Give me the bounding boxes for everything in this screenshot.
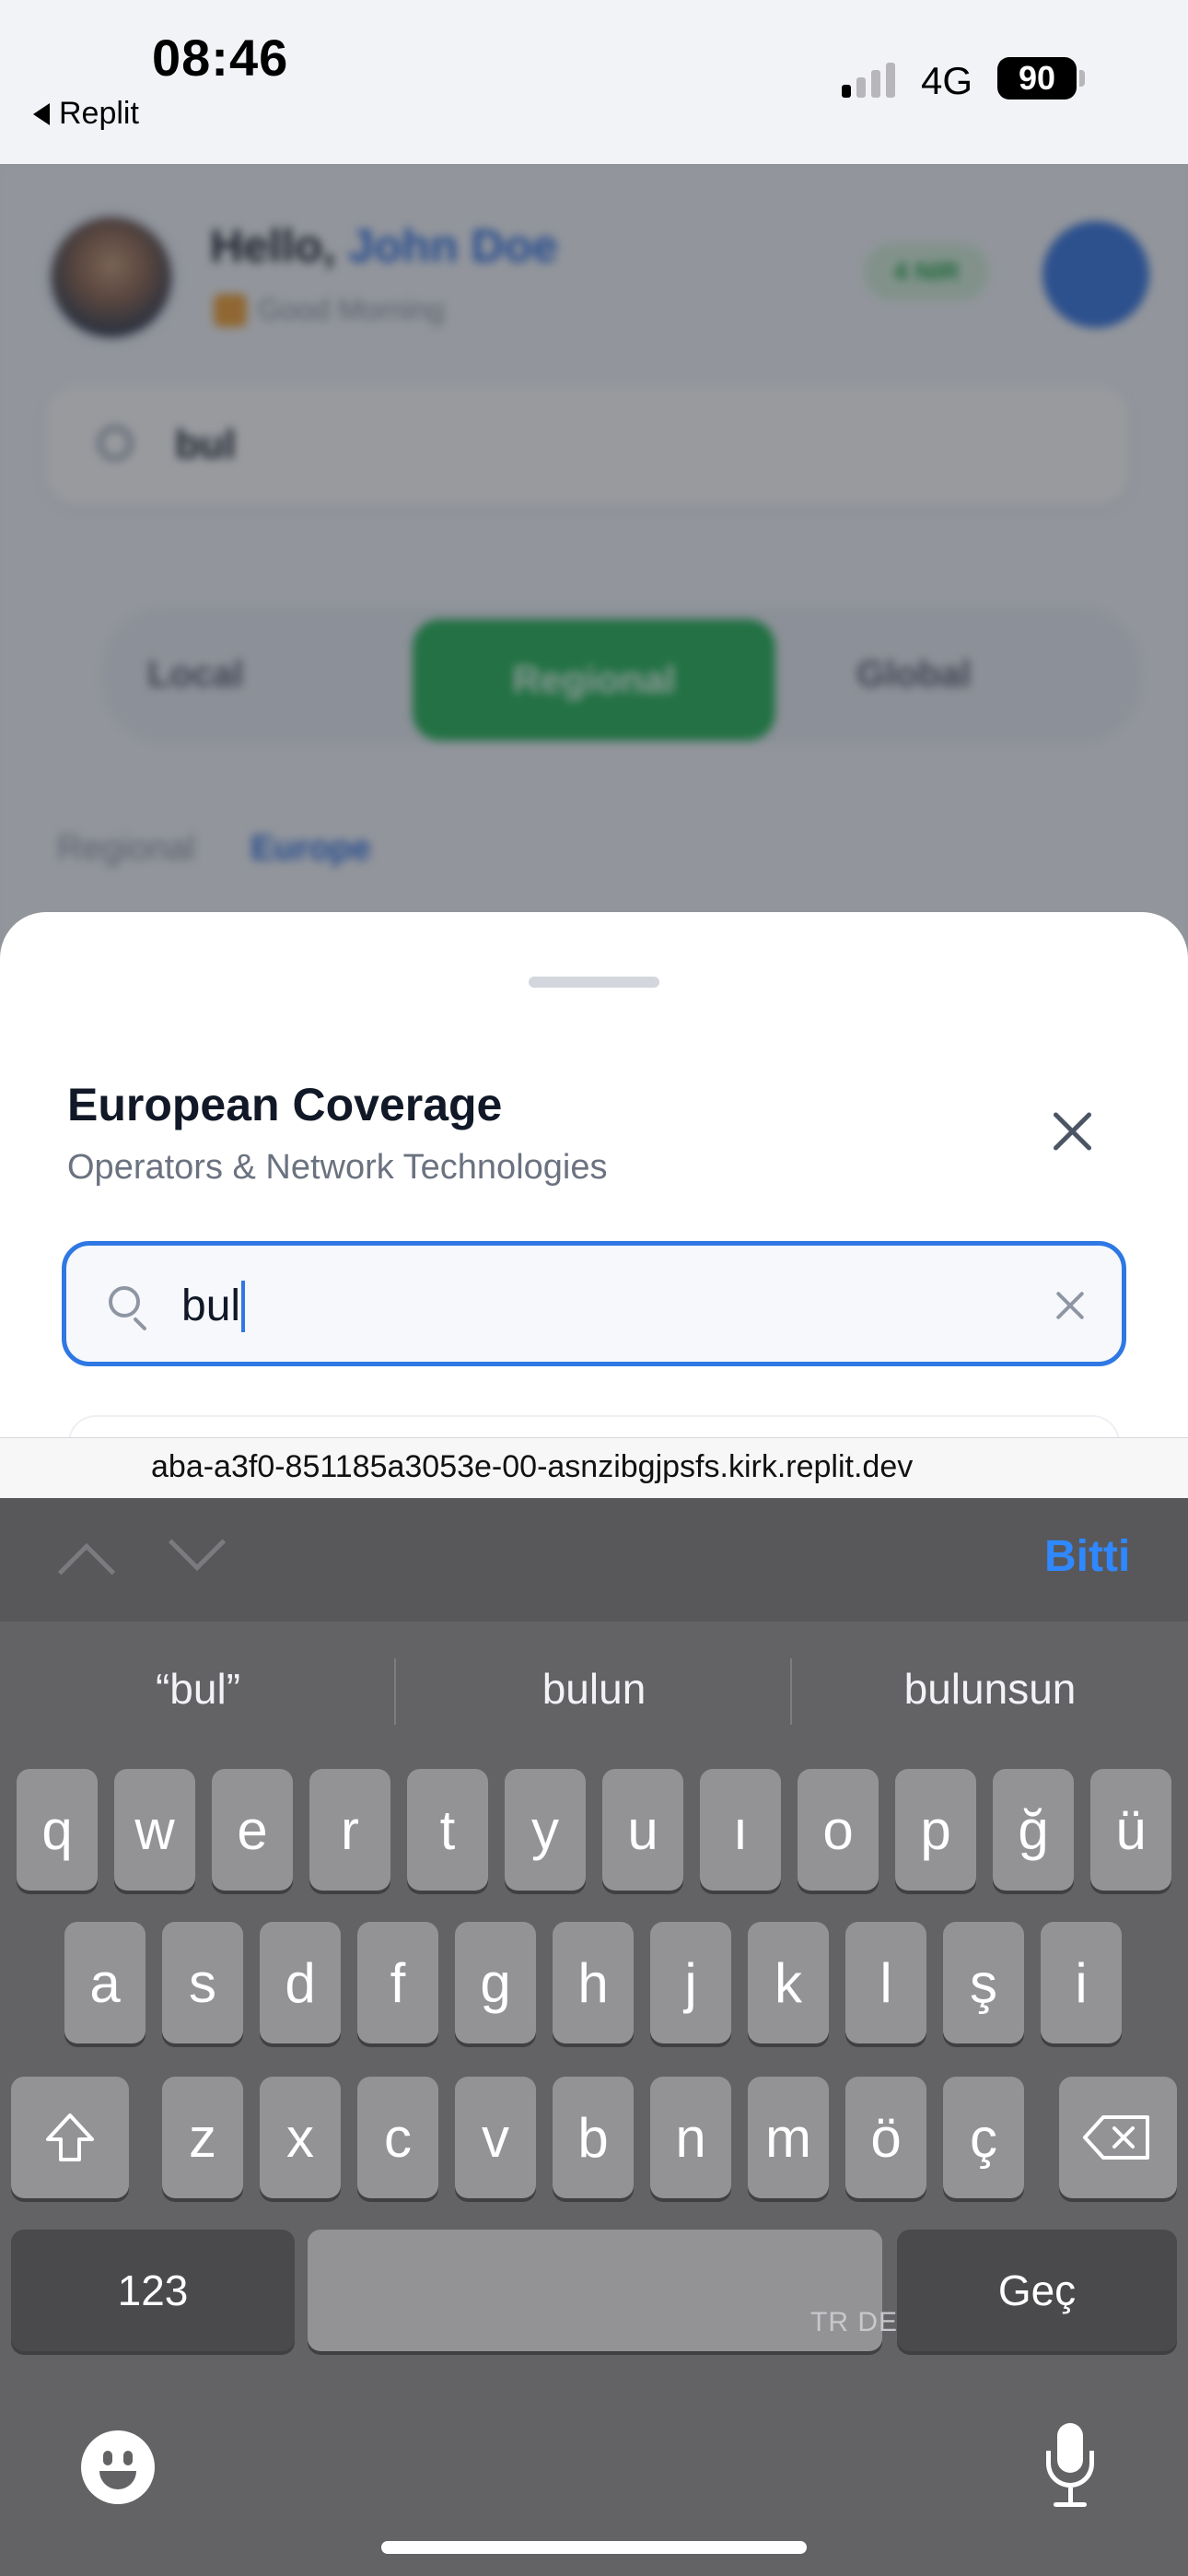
numbers-key[interactable]: 123 (11, 2230, 295, 2351)
key-x[interactable]: x (260, 2077, 341, 2198)
key-ı[interactable]: ı (700, 1769, 781, 1891)
key-e[interactable]: e (212, 1769, 293, 1891)
key-k[interactable]: k (748, 1922, 829, 2043)
battery-level: 90 (1018, 59, 1056, 97)
microphone-icon[interactable] (1042, 2423, 1098, 2512)
delete-key[interactable] (1059, 2077, 1177, 2198)
modal-backdrop[interactable] (0, 164, 1188, 993)
key-t[interactable]: t (407, 1769, 488, 1891)
close-icon[interactable] (1046, 1106, 1100, 1159)
next-field-icon[interactable] (168, 1513, 227, 1572)
key-g[interactable]: g (455, 1922, 536, 2043)
key-ş[interactable]: ş (943, 1922, 1024, 2043)
key-ü[interactable]: ü (1090, 1769, 1171, 1891)
suggestion-3[interactable]: bulunsun (792, 1622, 1188, 1756)
back-arrow-icon (33, 102, 50, 125)
back-to-app-button[interactable]: Replit (33, 96, 139, 132)
previous-field-icon[interactable] (57, 1542, 116, 1601)
key-ö[interactable]: ö (845, 2077, 926, 2198)
key-ğ[interactable]: ğ (993, 1769, 1074, 1891)
suggestion-2[interactable]: bulun (396, 1622, 792, 1756)
suggestion-bar: “bul” bulun bulunsun (0, 1622, 1188, 1756)
shift-key[interactable] (11, 2077, 129, 2198)
key-y[interactable]: y (505, 1769, 586, 1891)
key-b[interactable]: b (553, 2077, 634, 2198)
key-i[interactable]: i (1041, 1922, 1122, 2043)
key-h[interactable]: h (553, 1922, 634, 2043)
key-a[interactable]: a (64, 1922, 146, 2043)
done-button[interactable]: Bitti (1044, 1531, 1130, 1582)
clear-search-icon[interactable] (1052, 1287, 1089, 1324)
operator-search-input[interactable] (181, 1273, 973, 1338)
battery-icon: 90 (997, 57, 1077, 100)
emoji-icon[interactable] (81, 2430, 155, 2504)
key-j[interactable]: j (650, 1922, 731, 2043)
key-u[interactable]: u (602, 1769, 683, 1891)
key-l[interactable]: l (845, 1922, 926, 2043)
space-key[interactable] (308, 2230, 882, 2351)
key-ç[interactable]: ç (943, 2077, 1024, 2198)
battery-tip (1079, 70, 1085, 87)
key-m[interactable]: m (748, 2077, 829, 2198)
home-indicator[interactable] (381, 2541, 807, 2554)
sheet-drag-handle[interactable] (529, 977, 659, 988)
keyboard-accessory-bar: Bitti (0, 1498, 1188, 1622)
key-s[interactable]: s (162, 1922, 243, 2043)
key-n[interactable]: n (650, 2077, 731, 2198)
text-cursor (241, 1281, 245, 1332)
key-f[interactable]: f (357, 1922, 438, 2043)
sheet-title: European Coverage (67, 1079, 503, 1130)
key-r[interactable]: r (309, 1769, 390, 1891)
key-o[interactable]: o (798, 1769, 879, 1891)
status-time: 08:46 (152, 29, 289, 87)
backspace-icon (1083, 2115, 1149, 2160)
sheet-subtitle: Operators & Network Technologies (67, 1148, 608, 1187)
key-q[interactable]: q (17, 1769, 98, 1891)
back-to-app-label: Replit (59, 96, 139, 131)
space-language-label: TR DE (810, 2307, 898, 2337)
suggestion-1[interactable]: “bul” (0, 1622, 396, 1756)
key-w[interactable]: w (114, 1769, 195, 1891)
key-p[interactable]: p (895, 1769, 976, 1891)
return-key[interactable]: Geç (897, 2230, 1177, 2351)
network-type: 4G (921, 59, 973, 102)
search-icon (109, 1286, 140, 1317)
url-bar[interactable]: aba-a3f0-851185a3053e-00-asnzibgjpsfs.ki… (0, 1437, 1188, 1498)
key-c[interactable]: c (357, 2077, 438, 2198)
status-bar: 08:46 Replit 4G 90 (0, 0, 1188, 164)
key-v[interactable]: v (455, 2077, 536, 2198)
operator-search-field (62, 1241, 1126, 1366)
cellular-signal-icon (842, 61, 895, 98)
key-z[interactable]: z (162, 2077, 243, 2198)
shift-icon (46, 2113, 94, 2161)
key-d[interactable]: d (260, 1922, 341, 2043)
